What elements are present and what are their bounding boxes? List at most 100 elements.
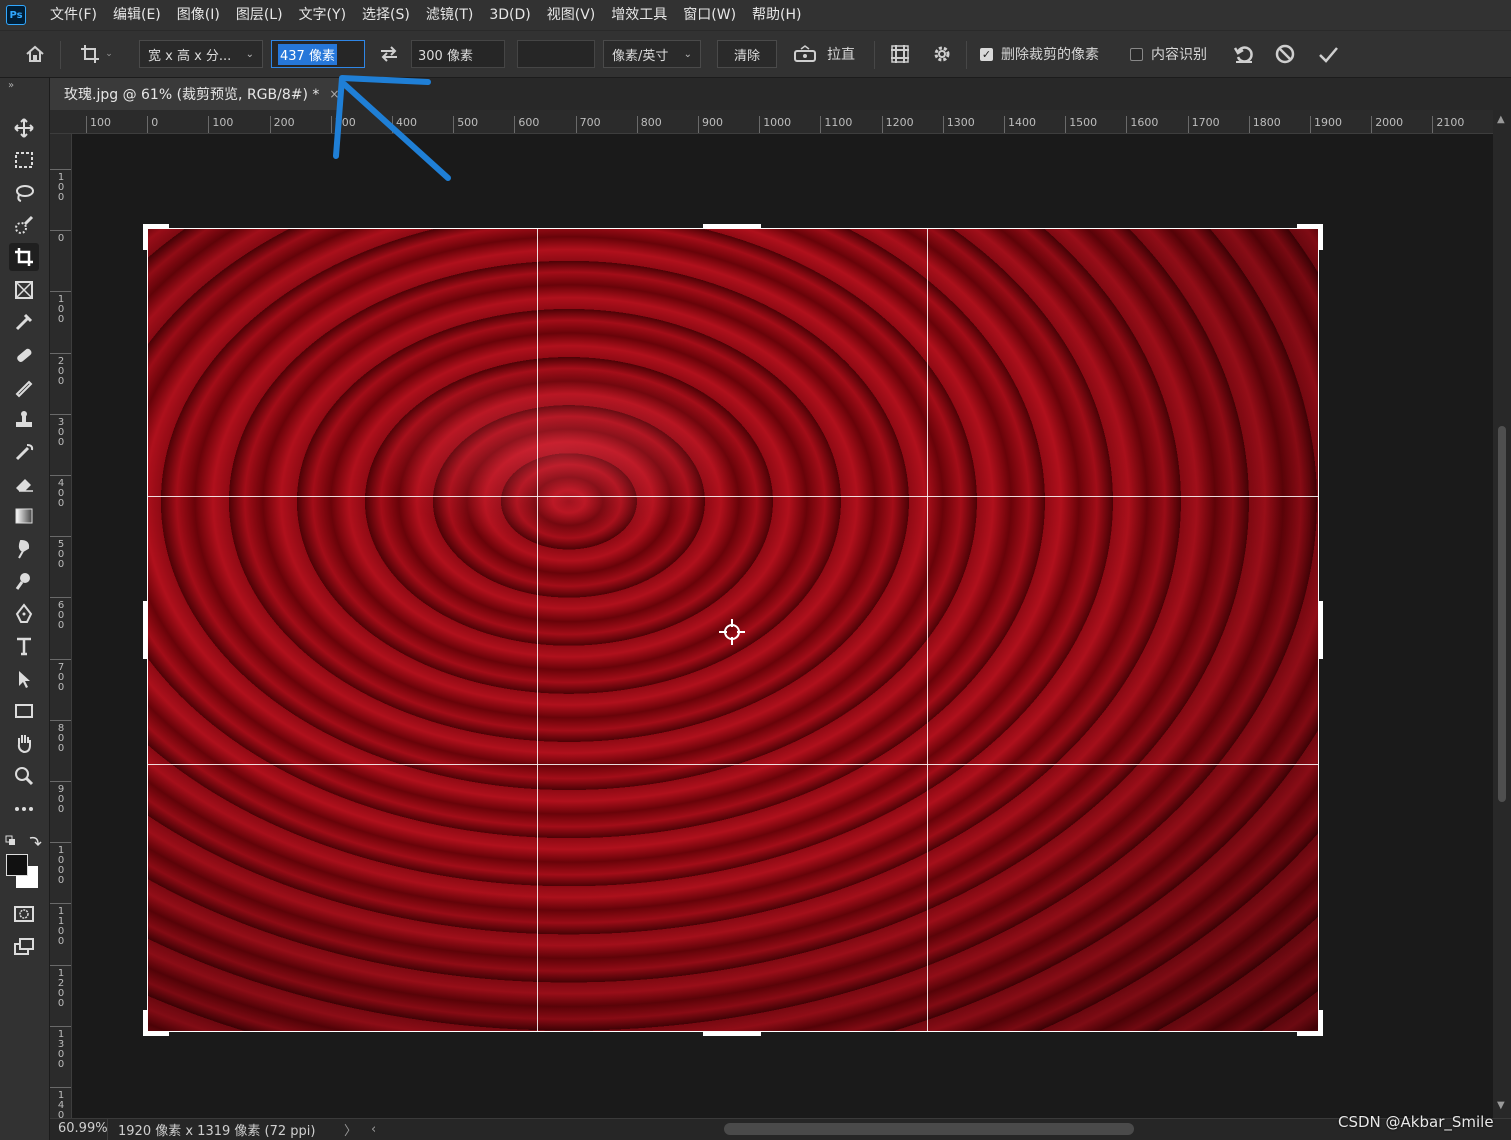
document-tab-title: 玫瑰.jpg @ 61% (裁剪预览, RGB/8#) *	[64, 87, 320, 103]
horizontal-scroll-thumb[interactable]	[724, 1123, 1134, 1135]
resolution-unit-dropdown[interactable]: 像素/英寸 ⌄	[603, 40, 701, 68]
canvas-area[interactable]	[72, 134, 1493, 1118]
document-size: 1920 像素 x 1319 像素 (72 ppi)	[118, 1124, 316, 1139]
check-icon: ✓	[980, 47, 993, 61]
brush-icon[interactable]	[9, 373, 39, 401]
lasso-icon[interactable]	[9, 179, 39, 207]
ruler-tick-label: 1700	[1187, 116, 1220, 133]
home-icon[interactable]	[20, 40, 50, 68]
menu-view[interactable]: 视图(V)	[539, 0, 604, 30]
delete-cropped-checkbox[interactable]: ✓ 删除裁剪的像素	[980, 40, 1115, 68]
crop-handle-bottom[interactable]	[703, 1031, 761, 1036]
straighten-button[interactable]: 拉直	[793, 40, 865, 68]
height-input[interactable]: 300 像素	[411, 40, 505, 68]
menu-window[interactable]: 窗口(W)	[675, 0, 744, 30]
ruler-tick-label: 1100	[50, 903, 71, 947]
menu-plugins[interactable]: 增效工具	[603, 0, 675, 30]
crop-handle-top[interactable]	[703, 224, 761, 229]
healing-icon[interactable]	[9, 341, 39, 369]
ratio-preset-dropdown[interactable]: 宽 x 高 x 分... ⌄	[139, 40, 263, 68]
smudge-icon[interactable]	[9, 535, 39, 563]
checkbox-icon	[1130, 47, 1143, 61]
ruler-tick-label: 1100	[820, 116, 852, 133]
cancel-icon[interactable]	[1271, 40, 1299, 68]
menu-help[interactable]: 帮助(H)	[744, 0, 809, 30]
path-select-icon[interactable]	[9, 665, 39, 693]
content-aware-label: 内容识别	[1151, 47, 1207, 63]
hand-icon[interactable]	[9, 729, 39, 757]
move-icon[interactable]	[9, 114, 39, 142]
quick-select-icon[interactable]	[9, 211, 39, 239]
crop-handle-right[interactable]	[1318, 601, 1323, 659]
zoom-icon[interactable]	[9, 762, 39, 790]
history-brush-icon[interactable]	[9, 438, 39, 466]
scroll-up-icon[interactable]: ▲	[1497, 114, 1505, 125]
crop-handle-top-right[interactable]	[1318, 224, 1323, 250]
dodge-icon[interactable]	[9, 567, 39, 595]
crop-handle-bottom-right[interactable]	[1318, 1010, 1323, 1036]
menu-filter[interactable]: 滤镜(T)	[418, 0, 481, 30]
crop-handle-left[interactable]	[143, 601, 148, 659]
width-value: 437 像素	[278, 43, 337, 65]
rectangle-icon[interactable]	[9, 697, 39, 725]
menu-3d[interactable]: 3D(D)	[481, 0, 538, 30]
vertical-scrollbar[interactable]: ▲ ▼	[1493, 110, 1511, 1118]
stamp-icon[interactable]	[9, 405, 39, 433]
ruler-tick-label: 2100	[1432, 116, 1464, 133]
gradient-icon[interactable]	[9, 502, 39, 530]
vertical-ruler: 1000100200300400500600700800900100011001…	[50, 134, 72, 1118]
menu-file[interactable]: 文件(F)	[42, 0, 105, 30]
crop-preset-icon[interactable]: ⌄	[72, 40, 120, 68]
menu-type[interactable]: 文字(Y)	[291, 0, 354, 30]
ruler-tick-label: 1300	[942, 116, 975, 133]
clear-button[interactable]: 清除	[717, 40, 777, 68]
swap-colors-icon[interactable]	[4, 833, 44, 849]
eraser-icon[interactable]	[9, 470, 39, 498]
screen-mode-icon[interactable]	[9, 933, 39, 961]
menu-select[interactable]: 选择(S)	[354, 0, 418, 30]
ruler-tick-label: 700	[575, 116, 601, 133]
width-input[interactable]: 437 像素	[271, 40, 365, 68]
zoom-level[interactable]: 60.99%	[50, 1118, 108, 1140]
crop-icon[interactable]	[9, 243, 39, 271]
menu-edit[interactable]: 编辑(E)	[105, 0, 169, 30]
straighten-label: 拉直	[827, 47, 855, 63]
foreground-color-swatch[interactable]	[6, 854, 28, 876]
frame-icon[interactable]	[9, 276, 39, 304]
content-aware-checkbox[interactable]: 内容识别	[1130, 40, 1220, 68]
quick-mask-icon[interactable]	[9, 900, 39, 928]
ruler-tick-label: 1200	[50, 964, 71, 1009]
menu-image[interactable]: 图像(I)	[169, 0, 228, 30]
resolution-unit-value: 像素/英寸	[612, 48, 669, 64]
crop-handle-bottom-left[interactable]	[143, 1010, 148, 1036]
collapse-icon[interactable]: »	[8, 80, 14, 91]
ruler-tick-label: 100	[50, 169, 71, 203]
clear-label: 清除	[733, 48, 760, 64]
status-menu-arrow-icon[interactable]: 〉	[344, 1120, 357, 1139]
menu-layer[interactable]: 图层(L)	[228, 0, 291, 30]
pen-icon[interactable]	[9, 600, 39, 628]
type-icon[interactable]	[9, 632, 39, 660]
crop-handle-top-left[interactable]	[143, 224, 148, 250]
ruler-tick-label: 1400	[50, 1087, 71, 1118]
commit-check-icon[interactable]	[1314, 40, 1342, 68]
height-value: 300 像素	[418, 48, 473, 64]
annotation-arrow	[333, 75, 451, 181]
scroll-left-icon[interactable]: ‹	[371, 1122, 376, 1137]
swap-icon[interactable]	[374, 40, 404, 68]
gear-icon[interactable]	[928, 40, 956, 68]
vertical-scroll-thumb[interactable]	[1498, 426, 1506, 802]
ruler-tick-label: 600	[514, 116, 539, 133]
tab-strip: 玫瑰.jpg @ 61% (裁剪预览, RGB/8#) * ×	[50, 78, 1511, 110]
reset-icon[interactable]	[1230, 40, 1258, 68]
document-tab[interactable]: 玫瑰.jpg @ 61% (裁剪预览, RGB/8#) * ×	[50, 78, 340, 110]
overlay-grid-icon[interactable]	[886, 40, 914, 68]
eyedropper-icon[interactable]	[9, 308, 39, 336]
resolution-input[interactable]	[517, 40, 595, 68]
ratio-preset-value: 宽 x 高 x 分...	[148, 48, 232, 64]
more-icon[interactable]	[9, 795, 39, 823]
options-bar: ⌄ 宽 x 高 x 分... ⌄ 437 像素 300 像素 像素/英寸 ⌄ 清…	[0, 30, 1511, 78]
toolbar: »	[0, 78, 50, 1140]
marquee-icon[interactable]	[9, 146, 39, 174]
scroll-down-icon[interactable]: ▼	[1497, 1100, 1505, 1111]
